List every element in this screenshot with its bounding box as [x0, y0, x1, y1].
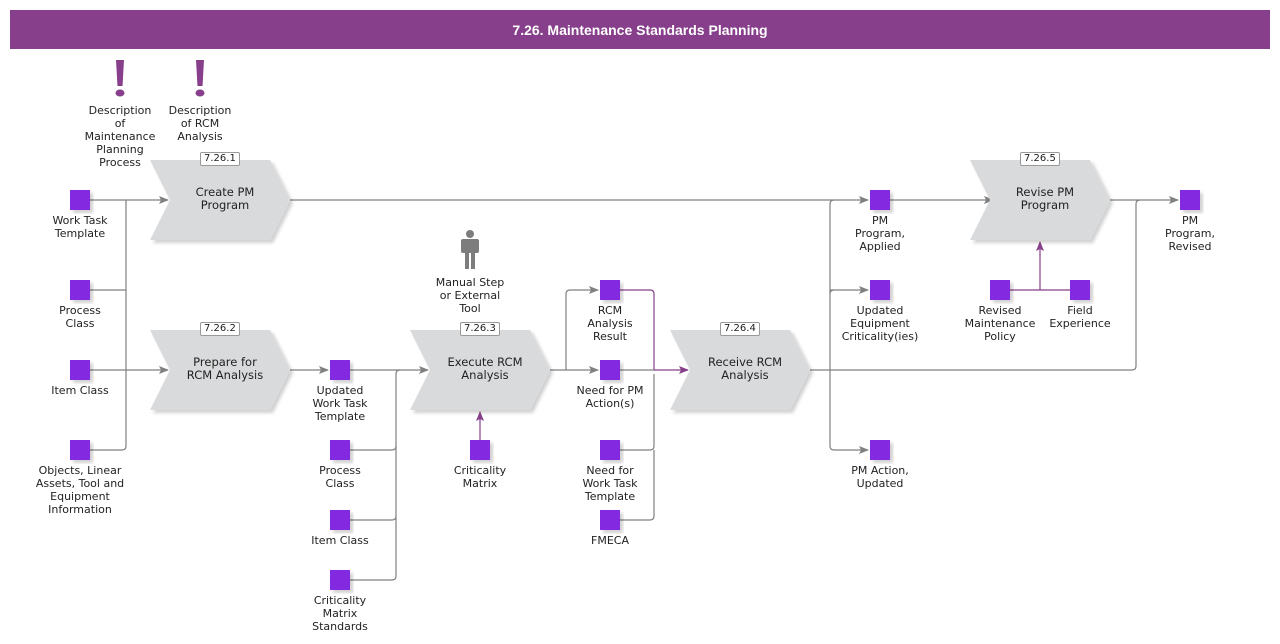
object-label: Work Task Template: [52, 214, 108, 240]
information-object-o4[interactable]: [70, 440, 90, 460]
process-number-badge: 7.26.5: [1020, 152, 1060, 166]
information-object-o15[interactable]: [870, 280, 890, 300]
person-icon: [461, 230, 479, 269]
information-object-o1[interactable]: [70, 190, 90, 210]
exclamation-dot: [195, 89, 205, 97]
object-label: Need for Work Task Template: [582, 464, 638, 503]
process-number-badge: 7.26.4: [720, 322, 760, 336]
connector-line: [829, 289, 835, 295]
information-object-o17[interactable]: [990, 280, 1010, 300]
note-label: Description of RCM Analysis: [168, 104, 232, 143]
information-object-o7[interactable]: [330, 510, 350, 530]
object-label: PM Action, Updated: [851, 464, 909, 490]
process-label: Execute RCM Analysis: [447, 355, 523, 382]
object-label: PM Program, Applied: [855, 214, 905, 253]
exclamation-icon: [116, 60, 124, 86]
object-label: Criticality Matrix Standards: [312, 594, 368, 633]
manual-step-label: Manual Step or External Tool: [435, 276, 505, 315]
exclamation-dot: [115, 89, 125, 97]
object-label: Updated Equipment Criticality(ies): [841, 304, 919, 343]
object-label: Objects, Linear Assets, Tool and Equipme…: [35, 464, 125, 516]
object-label: Criticality Matrix: [453, 464, 507, 490]
connector-line: [350, 445, 397, 451]
connector-line: [350, 515, 397, 521]
process-label: Revise PM Program: [1015, 185, 1075, 212]
process-number-badge: 7.26.3: [460, 322, 500, 336]
process-label: Receive RCM Analysis: [707, 355, 783, 382]
object-label: FMECA: [591, 534, 629, 547]
information-object-o9[interactable]: [470, 440, 490, 460]
information-object-o6[interactable]: [330, 440, 350, 460]
connector-line: [829, 370, 869, 454]
object-label: Item Class: [51, 384, 109, 397]
information-object-o8[interactable]: [330, 570, 350, 590]
object-label: Need for PM Action(s): [576, 384, 644, 410]
exclamation-icon: [196, 60, 204, 86]
object-label: PM Program, Revised: [1165, 214, 1215, 253]
object-label: RCM Analysis Result: [587, 304, 633, 343]
object-label: Process Class: [59, 304, 101, 330]
information-object-o3[interactable]: [70, 360, 90, 380]
object-label: Updated Work Task Template: [312, 384, 368, 423]
process-label: Prepare for RCM Analysis: [186, 355, 264, 382]
information-object-o12[interactable]: [600, 440, 620, 460]
information-object-o2[interactable]: [70, 280, 90, 300]
information-object-o13[interactable]: [600, 510, 620, 530]
information-object-o19[interactable]: [1180, 190, 1200, 210]
information-object-o14[interactable]: [870, 190, 890, 210]
object-label: Item Class: [311, 534, 369, 547]
process-number-badge: 7.26.2: [200, 322, 240, 336]
information-object-o5[interactable]: [330, 360, 350, 380]
object-label: Process Class: [319, 464, 361, 490]
process-label: Create PM Program: [195, 185, 255, 212]
information-object-o18[interactable]: [1070, 280, 1090, 300]
information-object-o10[interactable]: [600, 280, 620, 300]
information-object-o11[interactable]: [600, 360, 620, 380]
object-label: Field Experience: [1049, 304, 1111, 330]
information-object-o16[interactable]: [870, 440, 890, 460]
process-number-badge: 7.26.1: [200, 152, 240, 166]
